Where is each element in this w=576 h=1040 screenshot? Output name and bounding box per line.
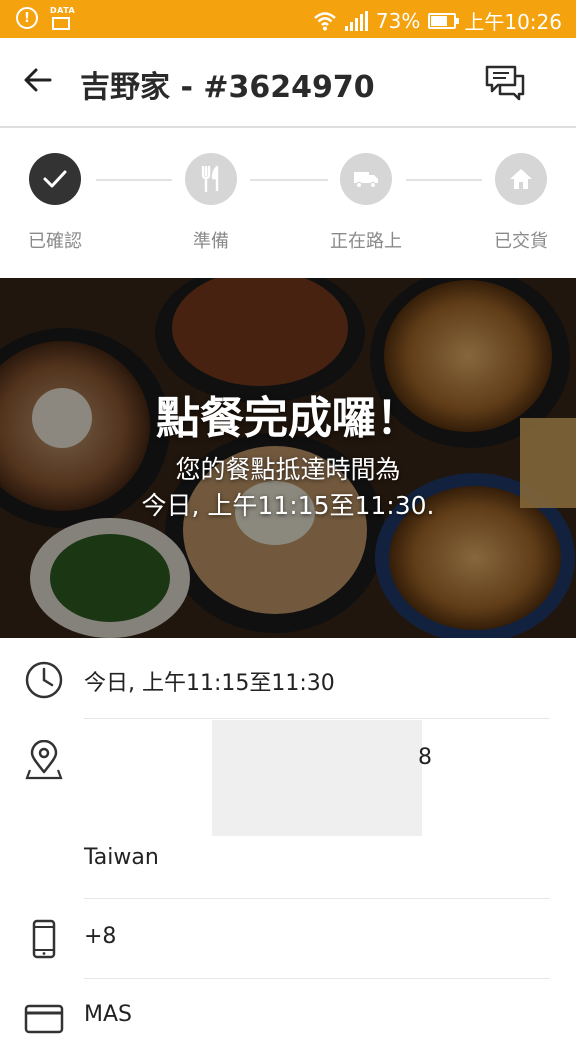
download-icon: ! — [16, 7, 38, 29]
arrow-left-icon — [24, 68, 52, 92]
order-progress-stepper: 已確認 準備 正在路上 已交貨 — [0, 128, 576, 278]
home-icon — [495, 153, 547, 205]
step-label: 已確認 — [28, 231, 82, 252]
check-icon — [29, 153, 81, 205]
fork-knife-icon — [185, 153, 237, 205]
step-label: 準備 — [193, 231, 229, 252]
status-bar: ! DATA 73% 上午10:26 — [0, 0, 576, 38]
divider — [84, 978, 550, 979]
truck-icon — [340, 153, 392, 205]
battery-percent: 73% — [375, 8, 421, 33]
hero-banner: 點餐完成囉！ 您的餐點抵達時間為 今日, 上午11:15至11:30. — [0, 278, 576, 638]
payment-method: MAS — [84, 1002, 132, 1027]
location-pin-icon — [25, 740, 63, 780]
chat-bubbles-icon — [485, 65, 525, 101]
app-bar: 吉野家 - #3624970 — [0, 38, 576, 128]
phone-number: +8 — [84, 924, 117, 949]
step-delivered: 已交貨 — [471, 153, 571, 253]
credit-card-icon — [24, 1004, 64, 1034]
clock-icon — [25, 661, 63, 699]
step-confirmed: 已確認 — [5, 153, 105, 253]
signal-icon — [344, 10, 368, 31]
phone-icon — [32, 919, 56, 959]
wifi-icon — [314, 11, 336, 30]
clock: 上午10:26 — [464, 10, 562, 34]
hero-subtitle: 您的餐點抵達時間為 — [175, 455, 401, 484]
hero-title: 點餐完成囉！ — [156, 393, 420, 444]
back-button[interactable] — [22, 64, 56, 98]
data-label: DATA — [50, 6, 76, 15]
step-label: 已交貨 — [494, 231, 548, 252]
step-on-the-way: 正在路上 — [316, 153, 416, 253]
step-preparing: 準備 — [161, 153, 261, 253]
step-label: 正在路上 — [330, 231, 402, 252]
data-icon: DATA — [50, 6, 76, 30]
address-line: 8 — [418, 745, 432, 770]
chat-button[interactable] — [484, 64, 526, 102]
divider — [84, 718, 550, 719]
page-title: 吉野家 - #3624970 — [80, 70, 375, 105]
redacted-address — [212, 720, 422, 836]
battery-icon — [428, 12, 460, 29]
hero-eta: 今日, 上午11:15至11:30. — [141, 491, 435, 520]
delivery-time: 今日, 上午11:15至11:30 — [84, 671, 335, 696]
divider — [84, 898, 550, 899]
address-country: Taiwan — [84, 845, 159, 870]
